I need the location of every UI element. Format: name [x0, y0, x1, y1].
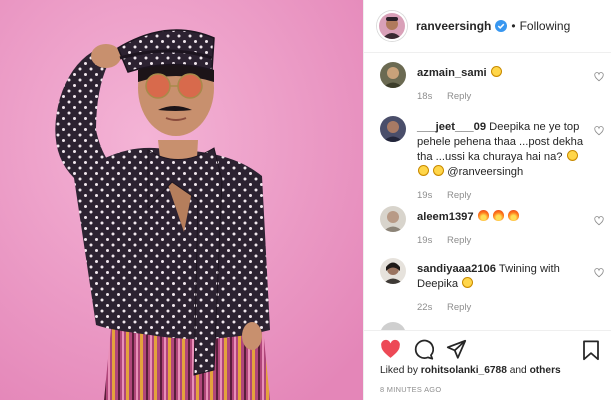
comment-item: sandiyaaa2106 Twining with Deepika 22s R…: [380, 258, 604, 318]
following-button[interactable]: Following: [520, 19, 571, 33]
commenter-avatar[interactable]: [380, 322, 406, 330]
comment-age[interactable]: 19s: [417, 235, 432, 246]
reply-button[interactable]: Reply: [447, 190, 471, 201]
likes-user[interactable]: rohitsolanki_6788: [421, 365, 507, 376]
comment-age[interactable]: 22s: [417, 302, 432, 313]
comment-username[interactable]: sandiyaaa2106: [417, 263, 496, 275]
likes-summary[interactable]: Liked by rohitsolanki_6788 and others: [380, 365, 561, 376]
comment-username[interactable]: aleem1397: [417, 211, 474, 223]
comment-username[interactable]: ___jeet___09: [417, 121, 486, 133]
comment-username[interactable]: azmain_sami: [417, 67, 487, 79]
reply-button[interactable]: Reply: [447, 91, 471, 102]
likes-conjunction: and: [509, 365, 527, 376]
paper-plane-icon[interactable]: [446, 339, 467, 360]
comment-like-heart-icon[interactable]: [594, 126, 604, 136]
post-actions: Liked by rohitsolanki_6788 and others 8 …: [364, 330, 611, 400]
author-username[interactable]: ranveersingh: [416, 19, 491, 33]
laughing-emoji-icon: [490, 66, 502, 77]
fire-emoji-icon: [477, 210, 489, 221]
fire-emoji-icon: [492, 210, 504, 221]
reply-button[interactable]: Reply: [447, 235, 471, 246]
likes-prefix: Liked by: [380, 365, 418, 376]
commenter-avatar[interactable]: [380, 116, 406, 142]
bookmark-icon[interactable]: [582, 340, 600, 361]
comment-mention[interactable]: @ranveersingh: [447, 166, 523, 178]
commenter-avatar[interactable]: [380, 62, 406, 88]
comment-like-heart-icon[interactable]: [594, 72, 604, 82]
photo-illustration: [0, 0, 363, 400]
comments-list[interactable]: azmain_sami 18s Reply ___jeet___09 Deepi…: [364, 54, 611, 330]
comment-item: aleem1397 19s Reply: [380, 206, 604, 250]
reply-button[interactable]: Reply: [447, 302, 471, 313]
post-header: ranveersingh • Following: [364, 0, 611, 53]
comment-like-heart-icon[interactable]: [594, 216, 604, 226]
post-photo[interactable]: [0, 0, 363, 400]
heart-icon[interactable]: [380, 339, 401, 360]
comment-item: [380, 322, 604, 330]
verified-badge-icon: [495, 20, 508, 32]
likes-others[interactable]: others: [530, 365, 561, 376]
round-sunglasses: [145, 73, 171, 99]
commenter-avatar[interactable]: [380, 258, 406, 284]
comment-item: ___jeet___09 Deepika ne ye top pehele pe…: [380, 116, 604, 201]
header-separator: •: [511, 19, 516, 33]
laughing-emoji-icon: [433, 165, 445, 176]
comment-icon[interactable]: [413, 339, 434, 360]
comment-item: azmain_sami 18s Reply: [380, 62, 604, 110]
author-avatar[interactable]: [377, 11, 407, 41]
comment-like-heart-icon[interactable]: [594, 268, 604, 278]
post-timestamp[interactable]: 8 MINUTES AGO: [380, 385, 441, 394]
laughing-emoji-icon: [418, 165, 429, 176]
post-side-panel: ranveersingh • Following azmain_sami 18s…: [363, 0, 611, 400]
laughing-emoji-icon: [566, 150, 578, 161]
laughing-emoji-icon: [462, 277, 474, 288]
commenter-avatar[interactable]: [380, 206, 406, 232]
comment-age[interactable]: 19s: [417, 190, 432, 201]
comment-age[interactable]: 18s: [417, 91, 432, 102]
fire-emoji-icon: [507, 210, 519, 221]
